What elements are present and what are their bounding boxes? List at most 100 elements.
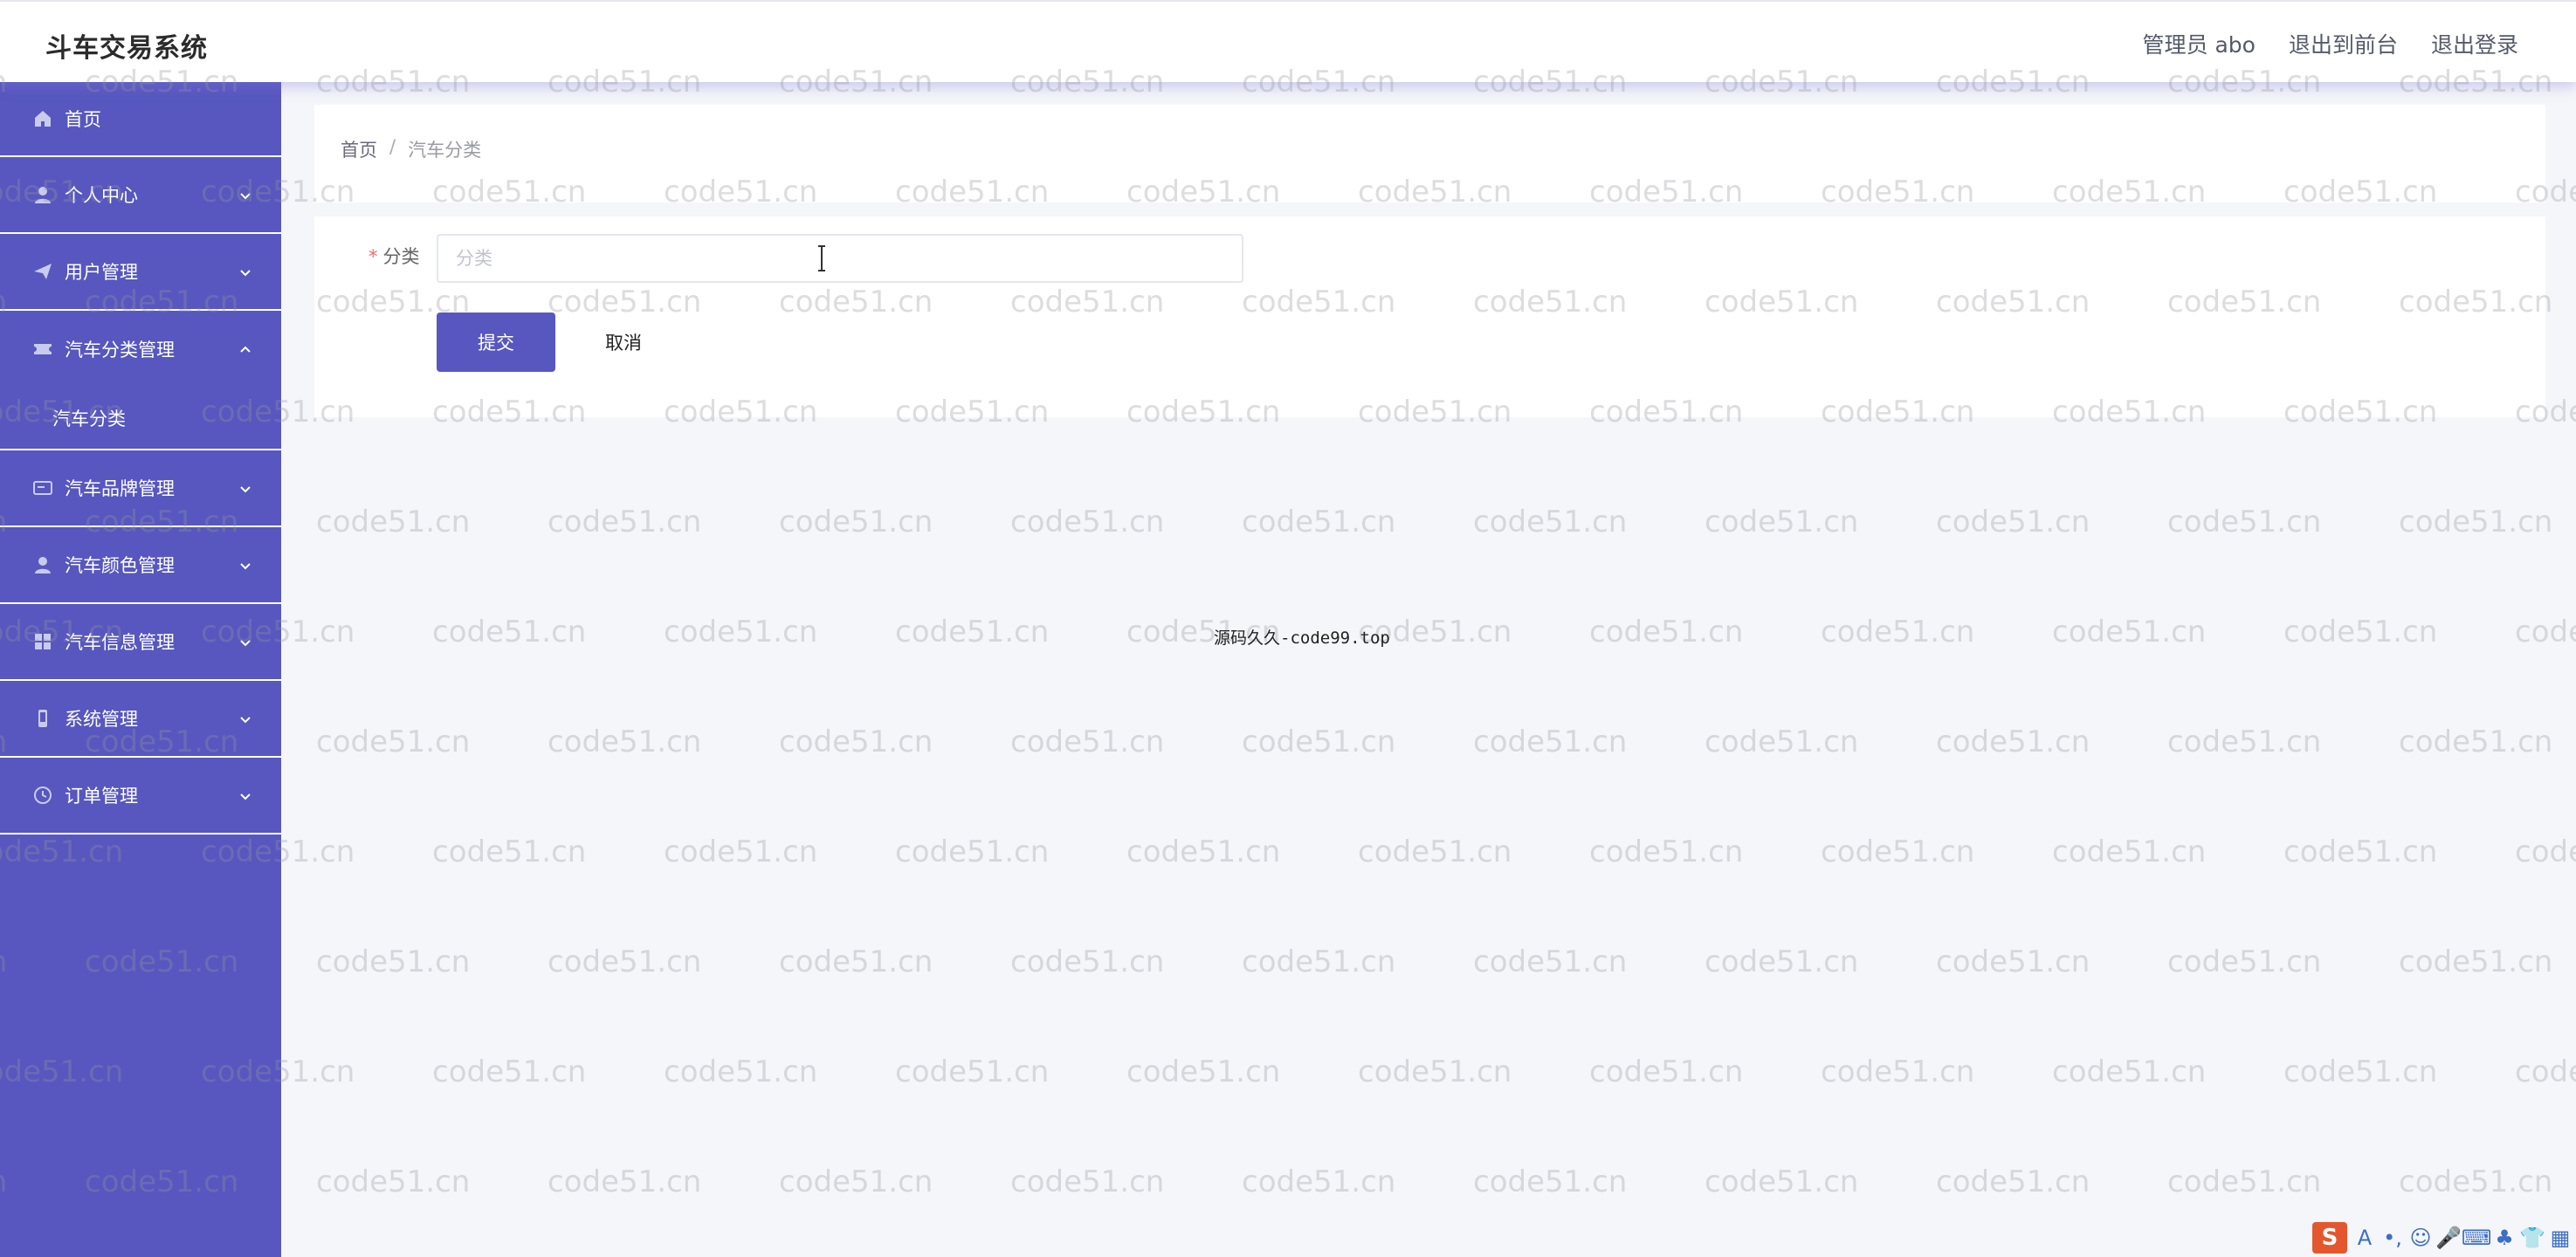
ime-punct-icon[interactable]: •, bbox=[2382, 1226, 2403, 1250]
watermark-text: code51.cn bbox=[664, 835, 818, 869]
watermark-text: code51.cn bbox=[548, 725, 702, 759]
sidebar-item-label: 汽车颜色管理 bbox=[65, 555, 175, 576]
clock-icon bbox=[31, 784, 54, 807]
watermark-text: code51.cn bbox=[1242, 944, 1396, 979]
cancel-button[interactable]: 取消 bbox=[564, 313, 683, 372]
watermark-text: code51.cn bbox=[2399, 944, 2553, 979]
sidebar-item-car-info-management[interactable]: 汽车信息管理 bbox=[0, 604, 281, 681]
ime-tool-icon[interactable]: ♣ bbox=[2494, 1226, 2515, 1250]
watermark-text: code51.cn bbox=[1473, 725, 1628, 759]
watermark-text: code51.cn bbox=[664, 615, 818, 649]
watermark-text: code51.cn bbox=[316, 725, 471, 759]
watermark-text: code51.cn bbox=[1358, 835, 1512, 869]
ime-skin-icon[interactable]: 👕 bbox=[2519, 1226, 2545, 1250]
breadcrumb-separator: / bbox=[389, 136, 396, 157]
sidebar-item-label: 系统管理 bbox=[65, 709, 138, 730]
watermark-text: code51.cn bbox=[1705, 725, 1859, 759]
chevron-down-icon bbox=[238, 711, 253, 726]
watermark-text: code51.cn bbox=[1589, 835, 1744, 869]
watermark-text: code51.cn bbox=[2515, 835, 2576, 869]
watermark-text: code51.cn bbox=[2167, 1164, 2322, 1199]
watermark-text: code51.cn bbox=[1010, 944, 1165, 979]
chevron-down-icon bbox=[238, 787, 253, 803]
sidebar-item-label: 用户管理 bbox=[65, 262, 138, 283]
sidebar-item-label: 个人中心 bbox=[65, 185, 138, 206]
sidebar-item-car-category-management[interactable]: 汽车分类管理 bbox=[0, 311, 281, 388]
watermark-text: code51.cn bbox=[548, 505, 702, 539]
sidebar-item-system-management[interactable]: 系统管理 bbox=[0, 681, 281, 758]
watermark-text: code51.cn bbox=[432, 1054, 587, 1089]
watermark-text: code51.cn bbox=[1473, 944, 1628, 979]
watermark-text: code51.cn bbox=[316, 944, 471, 979]
sidebar-item-home[interactable]: 首页 bbox=[0, 82, 281, 157]
header-links: 管理员 abo 退出到前台 退出登录 bbox=[2143, 28, 2518, 59]
watermark-text: code51.cn bbox=[2515, 615, 2576, 649]
watermark-text: code51.cn bbox=[1126, 835, 1281, 869]
watermark-text: code51.cn bbox=[1242, 1164, 1396, 1199]
sidebar-item-user-management[interactable]: 用户管理 bbox=[0, 234, 281, 311]
sidebar-item-order-management[interactable]: 订单管理 bbox=[0, 758, 281, 835]
category-input[interactable] bbox=[437, 234, 1243, 283]
watermark-text: code51.cn bbox=[432, 615, 587, 649]
watermark-text: code51.cn bbox=[779, 725, 933, 759]
center-watermark-note: 源码久久-code99.top bbox=[1214, 628, 1390, 648]
app-title: 斗车交易系统 bbox=[45, 33, 208, 64]
home-icon bbox=[31, 107, 54, 130]
watermark-text: code51.cn bbox=[2167, 505, 2322, 539]
logout-link[interactable]: 退出登录 bbox=[2431, 28, 2518, 59]
watermark-text: code51.cn bbox=[1936, 1164, 2090, 1199]
watermark-text: code51.cn bbox=[1589, 1054, 1744, 1089]
watermark-text: code51.cn bbox=[1126, 1054, 1281, 1089]
watermark-text: code51.cn bbox=[2399, 1164, 2553, 1199]
exit-to-frontend-link[interactable]: 退出到前台 bbox=[2289, 28, 2398, 59]
watermark-text: code51.cn bbox=[1821, 1054, 1975, 1089]
watermark-text: code51.cn bbox=[895, 835, 1050, 869]
sidebar-item-car-color-management[interactable]: 汽车颜色管理 bbox=[0, 527, 281, 604]
sidebar-item-personal-center[interactable]: 个人中心 bbox=[0, 157, 281, 234]
category-form: *分类 提交 取消 bbox=[314, 216, 2545, 417]
ime-font-icon[interactable]: A bbox=[2354, 1226, 2375, 1250]
sidebar-item-label: 汽车品牌管理 bbox=[65, 478, 175, 499]
chevron-down-icon bbox=[238, 557, 253, 573]
watermark-text: code51.cn bbox=[664, 1054, 818, 1089]
watermark-text: code51.cn bbox=[2515, 1054, 2576, 1089]
ime-keyboard-icon[interactable]: ⌨ bbox=[2462, 1226, 2492, 1250]
breadcrumb: 首页 / 汽车分类 bbox=[341, 136, 481, 162]
watermark-text: code51.cn bbox=[779, 1164, 933, 1199]
watermark-text: code51.cn bbox=[2052, 1054, 2207, 1089]
ime-logo-icon[interactable]: S bbox=[2312, 1222, 2347, 1254]
watermark-text: code51.cn bbox=[1936, 944, 2090, 979]
watermark-text: code51.cn bbox=[2167, 944, 2322, 979]
submit-button[interactable]: 提交 bbox=[437, 313, 555, 372]
watermark-text: code51.cn bbox=[2399, 725, 2553, 759]
ime-emoji-icon[interactable]: ☺ bbox=[2409, 1226, 2431, 1250]
ime-mic-icon[interactable]: 🎤 bbox=[2435, 1226, 2462, 1250]
watermark-text: code51.cn bbox=[432, 835, 587, 869]
sidebar-item-label: 汽车分类管理 bbox=[65, 340, 175, 361]
breadcrumb-home-link[interactable]: 首页 bbox=[341, 136, 377, 162]
card-icon bbox=[31, 477, 54, 499]
watermark-text: code51.cn bbox=[316, 1164, 471, 1199]
watermark-text: code51.cn bbox=[548, 1164, 702, 1199]
watermark-text: code51.cn bbox=[1242, 725, 1396, 759]
sidebar-subitem-car-category[interactable]: 汽车分类 bbox=[0, 388, 281, 450]
top-header: 斗车交易系统 管理员 abo 退出到前台 退出登录 bbox=[0, 0, 2576, 82]
category-label-text: 分类 bbox=[382, 246, 420, 267]
admin-user-link[interactable]: 管理员 abo bbox=[2143, 28, 2256, 59]
phone-icon bbox=[31, 707, 54, 730]
text-cursor-icon bbox=[814, 244, 830, 272]
watermark-text: code51.cn bbox=[1821, 835, 1975, 869]
sidebar-item-car-brand-management[interactable]: 汽车品牌管理 bbox=[0, 450, 281, 527]
ime-menu-icon[interactable]: ▦ bbox=[2550, 1226, 2571, 1250]
user-icon bbox=[31, 553, 54, 576]
send-icon bbox=[31, 260, 54, 283]
sidebar-item-label: 首页 bbox=[65, 109, 101, 130]
watermark-text: code51.cn bbox=[1010, 725, 1165, 759]
watermark-text: code51.cn bbox=[1936, 725, 2090, 759]
watermark-text: code51.cn bbox=[1705, 1164, 1859, 1199]
watermark-text: code51.cn bbox=[1705, 944, 1859, 979]
watermark-text: code51.cn bbox=[1473, 1164, 1628, 1199]
chevron-down-icon bbox=[238, 634, 253, 649]
watermark-text: code51.cn bbox=[1242, 505, 1396, 539]
watermark-text: code51.cn bbox=[2052, 835, 2207, 869]
